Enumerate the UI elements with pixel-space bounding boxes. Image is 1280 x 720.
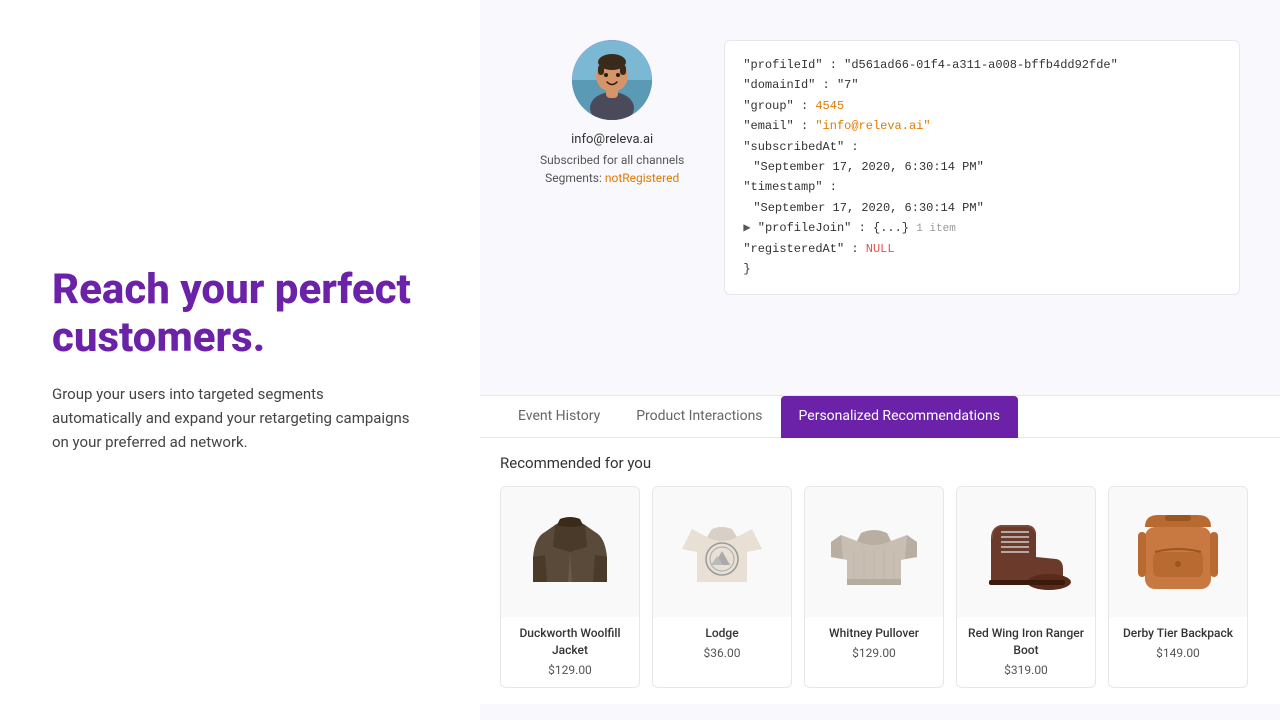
products-section: Recommended for you <box>480 438 1280 704</box>
product-price-whitney: $129.00 <box>813 646 935 660</box>
product-image-derby <box>1109 487 1247 617</box>
json-expand-icon[interactable]: ▶ <box>743 221 750 235</box>
avatar <box>572 40 652 120</box>
product-name-redwing: Red Wing Iron Ranger Boot <box>965 625 1087 659</box>
hero-subtitle: Group your users into targeted segments … <box>52 382 412 454</box>
json-timestamp-key: "timestamp" : <box>743 180 837 194</box>
profile-subscribed: Subscribed for all channels <box>540 153 684 167</box>
json-profileId-val: "d561ad66-01f4-a311-a008-bffb4dd92fde" <box>844 58 1118 72</box>
json-domainId-val: "7" <box>837 78 859 92</box>
product-card-lodge[interactable]: Lodge $36.00 <box>652 486 792 688</box>
profile-card: info@releva.ai Subscribed for all channe… <box>540 40 684 185</box>
tabs-bar: Event History Product Interactions Perso… <box>480 396 1280 438</box>
product-info-lodge: Lodge $36.00 <box>653 617 791 670</box>
tab-personalized-recommendations[interactable]: Personalized Recommendations <box>781 396 1018 438</box>
json-timestamp-val: "September 17, 2020, 6:30:14 PM" <box>753 201 983 215</box>
profile-segments: Segments: notRegistered <box>545 171 679 185</box>
json-panel: "profileId" : "d561ad66-01f4-a311-a008-b… <box>724 40 1240 295</box>
json-profileJoin-count: 1 item <box>916 223 956 235</box>
json-email-key: "email" : <box>743 119 808 133</box>
product-image-redwing <box>957 487 1095 617</box>
product-info-redwing: Red Wing Iron Ranger Boot $319.00 <box>957 617 1095 687</box>
product-image-lodge <box>653 487 791 617</box>
json-domainId-key: "domainId" : <box>743 78 829 92</box>
product-name-duckworth: Duckworth Woolfill Jacket <box>509 625 631 659</box>
recommended-label: Recommended for you <box>500 454 1260 472</box>
json-group-val: 4545 <box>815 99 844 113</box>
json-email-val: "info@releva.ai" <box>815 119 930 133</box>
hero-title: Reach your perfect customers. <box>52 266 420 363</box>
product-info-whitney: Whitney Pullover $129.00 <box>805 617 943 670</box>
tabs-section: Event History Product Interactions Perso… <box>480 395 1280 704</box>
product-image-whitney <box>805 487 943 617</box>
left-panel: Reach your perfect customers. Group your… <box>0 0 480 720</box>
product-name-whitney: Whitney Pullover <box>813 625 935 642</box>
json-group-key: "group" : <box>743 99 808 113</box>
json-subscribedAt-val: "September 17, 2020, 6:30:14 PM" <box>753 160 983 174</box>
tab-event-history[interactable]: Event History <box>500 396 618 438</box>
product-price-derby: $149.00 <box>1117 646 1239 660</box>
product-card-duckworth[interactable]: Duckworth Woolfill Jacket $129.00 <box>500 486 640 688</box>
tab-product-interactions[interactable]: Product Interactions <box>618 396 780 438</box>
json-profileJoin-val: {...} <box>873 221 909 235</box>
product-price-duckworth: $129.00 <box>509 663 631 677</box>
product-name-derby: Derby Tier Backpack <box>1117 625 1239 642</box>
json-registeredAt-key: "registeredAt" : <box>743 242 858 256</box>
product-price-redwing: $319.00 <box>965 663 1087 677</box>
product-name-lodge: Lodge <box>661 625 783 642</box>
json-registeredAt-val: NULL <box>866 242 895 256</box>
product-price-lodge: $36.00 <box>661 646 783 660</box>
product-card-derby[interactable]: Derby Tier Backpack $149.00 <box>1108 486 1248 688</box>
product-card-whitney[interactable]: Whitney Pullover $129.00 <box>804 486 944 688</box>
json-profileId-key: "profileId" : <box>743 58 837 72</box>
products-grid: Duckworth Woolfill Jacket $129.00 <box>500 486 1260 688</box>
product-card-redwing[interactable]: Red Wing Iron Ranger Boot $319.00 <box>956 486 1096 688</box>
json-profileJoin-key: "profileJoin" : <box>758 221 866 235</box>
json-close-brace: } <box>743 259 1221 279</box>
product-info-duckworth: Duckworth Woolfill Jacket $129.00 <box>501 617 639 687</box>
profile-section: info@releva.ai Subscribed for all channe… <box>480 0 1280 315</box>
profile-email: info@releva.ai <box>571 132 653 147</box>
product-info-derby: Derby Tier Backpack $149.00 <box>1109 617 1247 670</box>
json-subscribedAt-key: "subscribedAt" : <box>743 140 858 154</box>
product-image-duckworth <box>501 487 639 617</box>
